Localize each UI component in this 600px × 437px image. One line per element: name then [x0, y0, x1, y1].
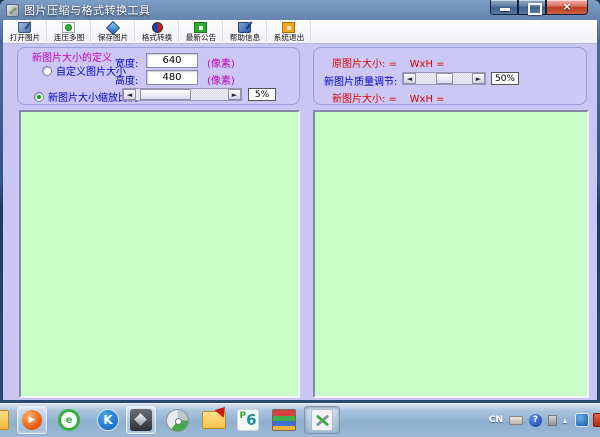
format-convert-icon [152, 22, 163, 33]
window-body: 打开图片 连压多图 保存图片 格式转换 最新公告 [3, 20, 597, 400]
help-info-icon [238, 22, 251, 33]
pc6-icon: P6 [237, 409, 259, 431]
desktop: 图片压缩与格式转换工具 × 打开图片 连压多图 保存 [0, 0, 600, 437]
scroll-left-arrow-icon[interactable]: ◄ [123, 89, 136, 100]
size-group-label: 新图片大小的定义 [30, 49, 114, 64]
language-indicator[interactable]: CN [489, 415, 503, 425]
result-image-panel [313, 110, 589, 398]
close-button[interactable]: × [546, 0, 588, 15]
pc6-letter-p: P [239, 411, 246, 421]
diamond-app-icon [130, 409, 152, 431]
toolbar: 打开图片 连压多图 保存图片 格式转换 最新公告 [3, 20, 597, 44]
save-image-icon [106, 22, 119, 33]
disc-app-icon [166, 409, 189, 432]
toolbar-button-exit[interactable]: 系统退出 [267, 20, 311, 44]
tray-network-icon[interactable] [575, 413, 589, 427]
scale-value-box: 5% [248, 88, 276, 101]
scroll-right-arrow-icon[interactable]: ► [228, 89, 241, 100]
toolbar-button-batch-compress[interactable]: 连压多图 [47, 20, 91, 44]
taskbar-active-tool-button[interactable] [304, 406, 340, 434]
window-controls: × [490, 0, 588, 15]
radio-unchecked-icon[interactable] [42, 66, 52, 76]
app-window: 图片压缩与格式转换工具 × 打开图片 连压多图 保存 [0, 0, 600, 403]
tray-help-icon[interactable]: ? [529, 414, 542, 427]
height-unit-label: (像素) [207, 72, 235, 87]
folder-arrow-icon [202, 411, 226, 429]
pc6-digit-6: 6 [246, 411, 256, 429]
open-image-icon [18, 22, 31, 33]
tray-small-icon[interactable] [548, 415, 557, 426]
scale-scrollbar-thumb[interactable] [140, 89, 192, 100]
keyboard-icon[interactable] [509, 416, 523, 425]
toolbar-button-format-convert[interactable]: 格式转换 [135, 20, 179, 44]
quality-scrollbar-track[interactable] [416, 73, 472, 84]
client-area: 新图片大小的定义 自定义图片大小 宽度: (像素) 高度: (像素) 新图片大小… [3, 44, 597, 400]
toolbar-button-help-info[interactable]: 帮助信息 [223, 20, 267, 44]
radio-checked-icon[interactable] [34, 92, 44, 102]
taskbar-media-player-button[interactable]: ▶ [17, 406, 47, 434]
taskbar-pc6-button[interactable]: P6 [234, 406, 262, 434]
titlebar[interactable]: 图片压缩与格式转换工具 × [0, 0, 600, 20]
announcement-icon [194, 22, 207, 33]
toolbar-button-announcement[interactable]: 最新公告 [179, 20, 223, 44]
app-icon [6, 4, 19, 17]
system-tray: CN ? ▴ [489, 403, 600, 437]
scale-scrollbar[interactable]: ◄ ► [122, 88, 242, 101]
quality-groupbox: 原图片大小: = WxH = 新图片质量调节: ◄ ► 50% 新图片大小: =… [313, 47, 587, 105]
exit-icon [282, 22, 295, 33]
kugou-music-icon: K [97, 409, 119, 431]
folder-edge-icon[interactable] [0, 410, 9, 430]
green-browser-icon: e [58, 409, 80, 431]
source-image-panel [19, 110, 300, 398]
taskbar-books-app-button[interactable] [268, 406, 300, 434]
toolbar-button-save-image[interactable]: 保存图片 [91, 20, 135, 44]
minimize-button[interactable] [490, 0, 518, 15]
taskbar-kugou-button[interactable]: K [94, 406, 122, 434]
media-player-icon: ▶ [22, 410, 42, 430]
scale-scrollbar-track[interactable] [136, 89, 228, 100]
tray-expand-icon[interactable]: ▴ [563, 416, 567, 425]
maximize-button[interactable] [518, 0, 546, 15]
books-stack-icon [272, 409, 296, 431]
batch-compress-icon [62, 22, 75, 33]
tools-app-icon [311, 409, 333, 431]
taskbar-green-browser-button[interactable]: e [55, 406, 83, 434]
quality-scrollbar-thumb[interactable] [436, 73, 453, 84]
scroll-right-arrow-icon[interactable]: ► [472, 73, 485, 84]
original-size-text: 原图片大小: = WxH = [332, 55, 445, 70]
width-unit-label: (像素) [207, 55, 235, 70]
custom-size-radio[interactable]: 自定义图片大小 [42, 63, 126, 78]
size-groupbox: 新图片大小的定义 自定义图片大小 宽度: (像素) 高度: (像素) 新图片大小… [17, 47, 300, 105]
quality-value-box: 50% [491, 72, 519, 85]
scroll-left-arrow-icon[interactable]: ◄ [403, 73, 416, 84]
taskbar-dark-app-button[interactable] [126, 406, 156, 434]
new-size-text: 新图片大小: = WxH = [332, 90, 445, 105]
window-title: 图片压缩与格式转换工具 [24, 2, 151, 18]
height-label: 高度: [115, 72, 138, 87]
width-label: 宽度: [115, 55, 138, 70]
quality-scrollbar[interactable]: ◄ ► [402, 72, 486, 85]
toolbar-button-open-image[interactable]: 打开图片 [3, 20, 47, 44]
quality-label: 新图片质量调节: [324, 73, 397, 88]
taskbar-disc-app-button[interactable] [162, 406, 192, 434]
height-input[interactable] [146, 70, 198, 85]
taskbar-folder-app-button[interactable] [198, 406, 230, 434]
width-input[interactable] [146, 53, 198, 68]
tray-edge-icon[interactable] [593, 413, 600, 427]
